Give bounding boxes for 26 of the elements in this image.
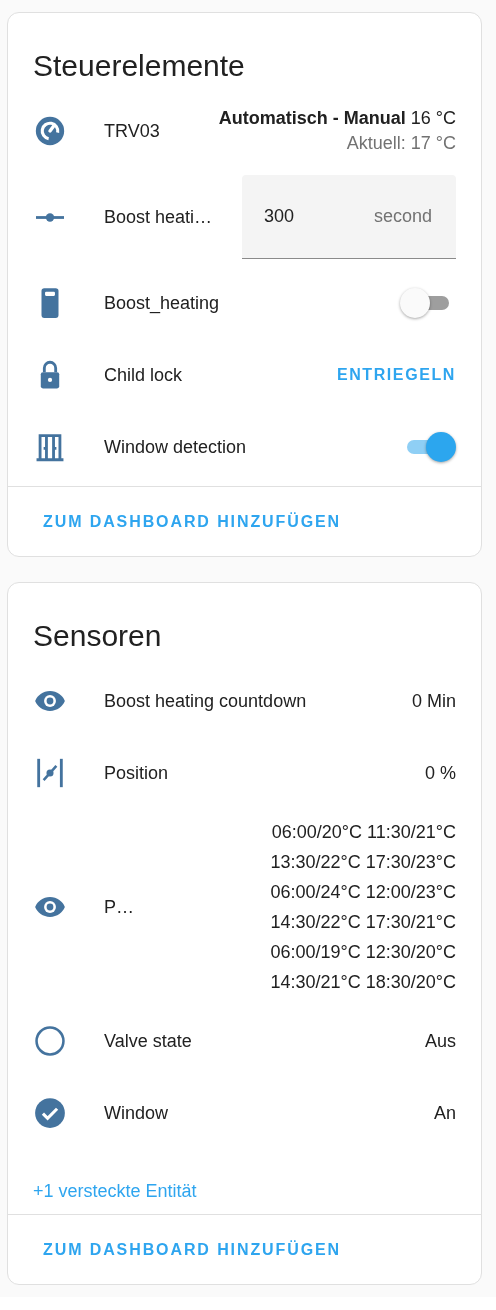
slider-icon <box>36 212 64 222</box>
hidden-entities-link[interactable]: +1 versteckte Entität <box>33 1179 197 1203</box>
sensor-value: 0 Min <box>412 690 456 712</box>
sensor-value: 0 % <box>424 762 456 784</box>
entity-name: Position <box>104 762 170 784</box>
card-title: Steuerelemente <box>33 48 245 84</box>
entity-name: Boost heating countdown <box>104 690 308 712</box>
entity-name: Boost heati… <box>104 206 214 228</box>
entity-name: Window <box>104 1102 170 1124</box>
entity-name: Boost_heating <box>104 292 221 314</box>
entity-name: Valve state <box>104 1030 193 1052</box>
number-field[interactable]: 300 second <box>242 175 456 259</box>
entity-name: Window detection <box>104 436 248 458</box>
entity-name: Child lock <box>104 364 184 386</box>
sensor-value: Aus <box>424 1030 456 1052</box>
entity-name: TRV03 <box>104 120 161 142</box>
climate-state: Automatisch - Manual 16 °C <box>218 108 456 129</box>
add-to-dashboard-button[interactable]: ZUM DASHBOARD HINZUFÜGEN <box>43 1234 342 1265</box>
sensor-value: An <box>433 1102 456 1124</box>
unlock-button[interactable]: ENTRIEGELN <box>336 360 456 390</box>
current-temperature: Aktuell: 17 °C <box>345 133 456 154</box>
dial-icon <box>33 114 67 148</box>
entity-name: P… <box>104 896 135 918</box>
add-to-dashboard-button[interactable]: ZUM DASHBOARD HINZUFÜGEN <box>43 506 342 537</box>
card-title: Sensoren <box>33 618 162 654</box>
schedule-value: 06:00/20°C 11:30/21°C 13:30/22°C 17:30/23°C 06:00/24°C 12:00/23°C 14:30/22°C 17:30/21°C 06:00/19°C 12:30/20°C 14:30/21°C 18:30/20°C <box>270 821 456 994</box>
